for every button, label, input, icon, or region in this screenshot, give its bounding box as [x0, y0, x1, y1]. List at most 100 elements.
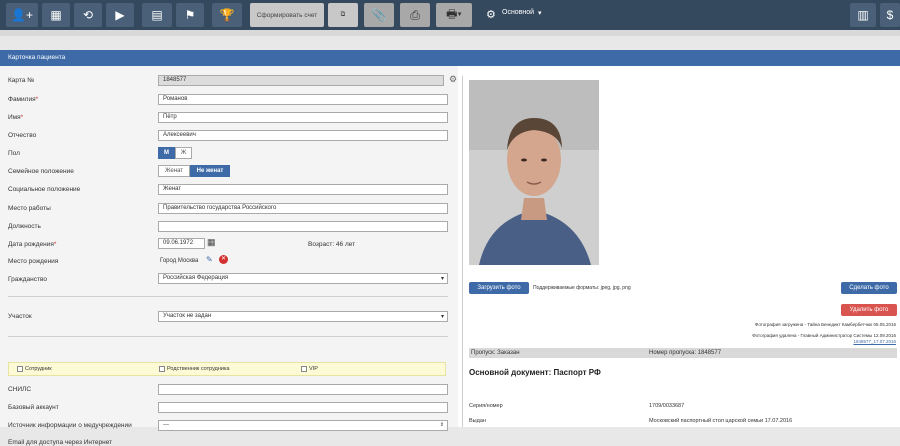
patronymic-label: Отчество	[8, 132, 37, 139]
invoice-copy-button[interactable]: ⧉	[328, 3, 358, 27]
calendar-button[interactable]: ▦	[42, 3, 70, 27]
patient-photo	[469, 80, 599, 265]
citizenship-label: Гражданство	[8, 276, 47, 283]
attach-button[interactable]: 📎	[364, 3, 394, 27]
main-document-title: Основной документ: Паспорт РФ	[469, 368, 601, 377]
position-field[interactable]	[158, 221, 448, 232]
calendar-icon: ▦	[50, 8, 62, 22]
photo-deleted-note: Фотография удалена - Главный Администрат…	[752, 333, 896, 338]
documents-icon: ⧉	[340, 11, 346, 18]
toolbar-divider	[0, 30, 900, 36]
trophy-button[interactable]: 🏆	[212, 3, 242, 27]
marital-single-toggle[interactable]: Не женат	[190, 165, 230, 177]
social-status-field[interactable]: Женат	[158, 184, 448, 195]
photo-uploaded-note: Фотография загружена - Тайна Бенедикт Ка…	[754, 322, 896, 327]
surname-label: Фамилия*	[8, 96, 39, 103]
calendar-picker-icon[interactable]: ▦	[207, 237, 216, 248]
patient-card-panel: Карточка пациента Карта № 1848577 ⚙ Фами…	[0, 50, 900, 446]
series-label: Серия/номер	[469, 403, 503, 409]
profile-selector[interactable]: Основной	[502, 9, 534, 16]
source-select[interactable]: --- ⇕	[158, 420, 448, 431]
print-docs-button[interactable]: ⎙	[400, 3, 430, 27]
delete-photo-button[interactable]: Удалить фото	[841, 304, 897, 316]
add-user-icon: 👤+	[11, 8, 33, 22]
birthdate-label: Дата рождения*	[8, 241, 57, 248]
area-select[interactable]: Участок не задан	[158, 311, 448, 322]
history-button[interactable]: ⟲	[74, 3, 102, 27]
marital-married-toggle[interactable]: Женат	[158, 165, 190, 177]
birthdate-field[interactable]: 09.06.1972	[158, 238, 205, 249]
card-number-field[interactable]: 1848577	[158, 75, 444, 86]
gear-icon[interactable]: ⚙	[486, 8, 496, 21]
sex-male-toggle[interactable]: М	[158, 147, 175, 159]
employee-checkbox[interactable]: Сотрудник	[17, 366, 52, 372]
barcode-icon: ▥	[857, 8, 869, 22]
patient-portrait-image	[469, 80, 599, 265]
flags-bar: Сотрудник Родственник сотрудника VIP	[8, 362, 446, 376]
payment-button[interactable]: $	[880, 3, 900, 27]
settings-gear-icon[interactable]: ⚙	[449, 74, 457, 85]
marital-label: Семейное положение	[8, 168, 74, 175]
divider	[8, 296, 448, 297]
vip-checkbox[interactable]: VIP	[301, 366, 318, 372]
form-invoice-button[interactable]: Сформировать счет	[250, 3, 324, 27]
card-number-label: Карта №	[8, 77, 35, 84]
printer-icon: 🖶▾	[446, 6, 462, 21]
source-label: Источник информации о медучреждении	[8, 422, 132, 429]
base-account-field[interactable]	[158, 402, 448, 413]
barcode-button[interactable]: ▥	[850, 3, 876, 27]
age-text: Возраст: 46 лет	[308, 241, 356, 248]
print-menu-button[interactable]: 🖶▾	[436, 3, 472, 27]
panel-title: Карточка пациента	[0, 50, 900, 66]
patronymic-field[interactable]: Алексеевич	[158, 130, 448, 141]
name-label: Имя*	[8, 114, 24, 121]
social-status-label: Социальное положение	[8, 186, 81, 193]
play-icon: ▶	[115, 8, 125, 22]
upload-photo-button[interactable]: Загрузить фото	[469, 282, 529, 294]
surname-field[interactable]: Романов	[158, 94, 448, 105]
patient-form: Карта № 1848577 ⚙ Фамилия* Романов Имя* …	[0, 66, 458, 446]
birthplace-label: Место рождения	[8, 258, 59, 265]
delete-circle-icon[interactable]: ✕	[219, 255, 228, 264]
paperclip-icon: 📎	[371, 8, 387, 22]
workplace-label: Место работы	[8, 205, 51, 212]
trophy-icon: 🏆	[219, 8, 235, 22]
sex-label: Пол	[8, 150, 20, 157]
pencil-icon[interactable]: ✎	[206, 255, 213, 264]
add-patient-button[interactable]: 👤+	[6, 3, 38, 27]
area-label: Участок	[8, 313, 32, 320]
card-button[interactable]: ▤	[142, 3, 172, 27]
series-value: 1709/0033687	[649, 403, 685, 409]
take-photo-button[interactable]: Сделать фото	[841, 282, 897, 294]
sex-female-toggle[interactable]: Ж	[175, 147, 192, 159]
printer-docs-icon: ⎙	[410, 7, 420, 22]
pass-number: Номер пропуска: 1848577	[649, 350, 722, 356]
photo-panel: Загрузить фото Поддерживаемые форматы: j…	[462, 76, 900, 427]
citizenship-select[interactable]: Российская Федерация	[158, 273, 448, 284]
chevron-down-icon[interactable]: ▾	[538, 9, 542, 17]
divider	[8, 336, 448, 337]
email-label: Email для доступа через Интернет	[8, 439, 113, 446]
workplace-field[interactable]: Правительство государства Российского	[158, 203, 448, 214]
id-card-icon: ▤	[151, 8, 163, 22]
pass-bar: Пропуск: Заказан Номер пропуска: 1848577	[469, 348, 897, 358]
top-toolbar: 👤+ ▦ ⟲ ▶ ▤ ⚑ 🏆 Сформировать счет ⧉ 📎 ⎙ 🖶…	[0, 0, 900, 30]
snils-label: СНИЛС	[8, 386, 32, 393]
photo-date-link[interactable]: 1848577_17.07.2016	[853, 339, 896, 344]
birthplace-value: Город Москва	[160, 258, 199, 264]
flag-icon: ⚑	[184, 8, 196, 22]
dollar-icon: $	[886, 8, 894, 22]
name-field[interactable]: Пётр	[158, 112, 448, 123]
relative-checkbox[interactable]: Родственник сотрудника	[159, 366, 230, 372]
spinner-icon: ⇕	[439, 422, 444, 428]
snils-field[interactable]	[158, 384, 448, 395]
pass-status: Пропуск: Заказан	[471, 350, 520, 356]
play-button[interactable]: ▶	[106, 3, 134, 27]
history-icon: ⟲	[82, 8, 94, 22]
formats-text: Поддерживаемые форматы: jpeg, jpg, png	[533, 285, 631, 291]
issued-label: Выдан	[469, 418, 486, 424]
position-label: Должность	[8, 223, 41, 230]
flag-button[interactable]: ⚑	[176, 3, 204, 27]
base-account-label: Базовый аккаунт	[8, 404, 59, 411]
issued-value: Московский паспортный стол царской семьи…	[649, 418, 793, 424]
